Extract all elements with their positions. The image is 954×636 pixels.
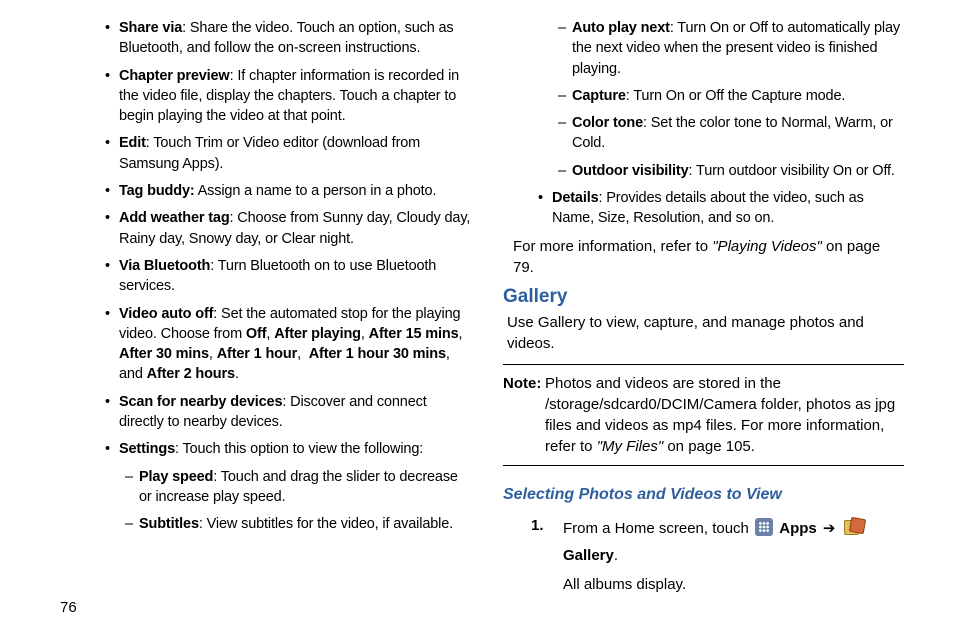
sub-list-text: Subtitles: View subtitles for the video,… <box>139 514 471 534</box>
dash-icon: – <box>558 113 572 154</box>
right-column: – Auto play next: Turn On or Off to auto… <box>503 18 904 588</box>
numbered-step: 1. From a Home screen, touch Apps ➔ Gall… <box>503 515 904 598</box>
sub-list-text: Capture: Turn On or Off the Capture mode… <box>572 86 904 106</box>
step-number: 1. <box>531 515 563 598</box>
list-item: • Details: Provides details about the vi… <box>503 188 904 229</box>
bullet-icon: • <box>105 66 119 127</box>
list-item-text: Via Bluetooth: Turn Bluetooth on to use … <box>119 256 471 297</box>
bullet-icon: • <box>105 18 119 59</box>
sub-list-text: Outdoor visibility: Turn outdoor visibil… <box>572 161 904 181</box>
list-item: • Edit: Touch Trim or Video editor (down… <box>70 133 471 174</box>
dash-icon: – <box>125 467 139 508</box>
sub-list-item: – Subtitles: View subtitles for the vide… <box>70 514 471 534</box>
arrow-icon: ➔ <box>823 520 836 537</box>
note-label: Note: <box>503 373 545 457</box>
sub-list-text: Color tone: Set the color tone to Normal… <box>572 113 904 154</box>
bullet-icon: • <box>105 181 119 201</box>
page: • Share via: Share the video. Touch an o… <box>0 0 954 636</box>
list-item-text: Video auto off: Set the automated stop f… <box>119 304 471 385</box>
bullet-icon: • <box>105 304 119 385</box>
sub-list-text: Auto play next: Turn On or Off to automa… <box>572 18 904 79</box>
sub-list-item: – Outdoor visibility: Turn outdoor visib… <box>503 161 904 181</box>
section-heading-gallery: Gallery <box>503 284 904 311</box>
step-line-2: All albums display. <box>563 571 904 598</box>
page-number: 76 <box>60 599 77 616</box>
gallery-icon <box>844 518 864 536</box>
list-item-settings: • Settings: Touch this option to view th… <box>70 439 471 459</box>
dash-icon: – <box>558 161 572 181</box>
left-column: • Share via: Share the video. Touch an o… <box>70 18 471 588</box>
bullet-icon: • <box>105 392 119 433</box>
list-item: • Chapter preview: If chapter informatio… <box>70 66 471 127</box>
sub-list-item: – Capture: Turn On or Off the Capture mo… <box>503 86 904 106</box>
note-box: Note: Photos and videos are stored in th… <box>503 364 904 466</box>
list-item-text: Chapter preview: If chapter information … <box>119 66 471 127</box>
note-body: Photos and videos are stored in the /sto… <box>545 373 904 457</box>
dash-icon: – <box>125 514 139 534</box>
dash-icon: – <box>558 18 572 79</box>
list-item: • Scan for nearby devices: Discover and … <box>70 392 471 433</box>
list-item-text: Settings: Touch this option to view the … <box>119 439 471 459</box>
list-item-text: Tag buddy: Assign a name to a person in … <box>119 181 471 201</box>
sub-list-text: Play speed: Touch and drag the slider to… <box>139 467 471 508</box>
bullet-icon: • <box>105 256 119 297</box>
list-item: • Tag buddy: Assign a name to a person i… <box>70 181 471 201</box>
cross-reference: For more information, refer to "Playing … <box>513 236 904 278</box>
list-item-video-auto-off: • Video auto off: Set the automated stop… <box>70 304 471 385</box>
bullet-icon: • <box>105 208 119 249</box>
sub-list-item: – Play speed: Touch and drag the slider … <box>70 467 471 508</box>
subheading-selecting: Selecting Photos and Videos to View <box>503 484 904 506</box>
gallery-description: Use Gallery to view, capture, and manage… <box>507 312 904 354</box>
list-item-text: Add weather tag: Choose from Sunny day, … <box>119 208 471 249</box>
bullet-icon: • <box>105 439 119 459</box>
right-narrow-block: – Auto play next: Turn On or Off to auto… <box>503 18 904 229</box>
list-item-text: Details: Provides details about the vide… <box>552 188 904 229</box>
list-item: • Via Bluetooth: Turn Bluetooth on to us… <box>70 256 471 297</box>
sub-list-item: – Auto play next: Turn On or Off to auto… <box>503 18 904 79</box>
two-column-layout: • Share via: Share the video. Touch an o… <box>70 18 904 588</box>
apps-icon <box>755 518 773 536</box>
list-item-text: Share via: Share the video. Touch an opt… <box>119 18 471 59</box>
list-item: • Add weather tag: Choose from Sunny day… <box>70 208 471 249</box>
list-item: • Share via: Share the video. Touch an o… <box>70 18 471 59</box>
list-item-text: Scan for nearby devices: Discover and co… <box>119 392 471 433</box>
bullet-icon: • <box>105 133 119 174</box>
sub-list-item: – Color tone: Set the color tone to Norm… <box>503 113 904 154</box>
step-body: From a Home screen, touch Apps ➔ Gallery… <box>563 515 904 598</box>
list-item-text: Edit: Touch Trim or Video editor (downlo… <box>119 133 471 174</box>
bullet-icon: • <box>538 188 552 229</box>
dash-icon: – <box>558 86 572 106</box>
